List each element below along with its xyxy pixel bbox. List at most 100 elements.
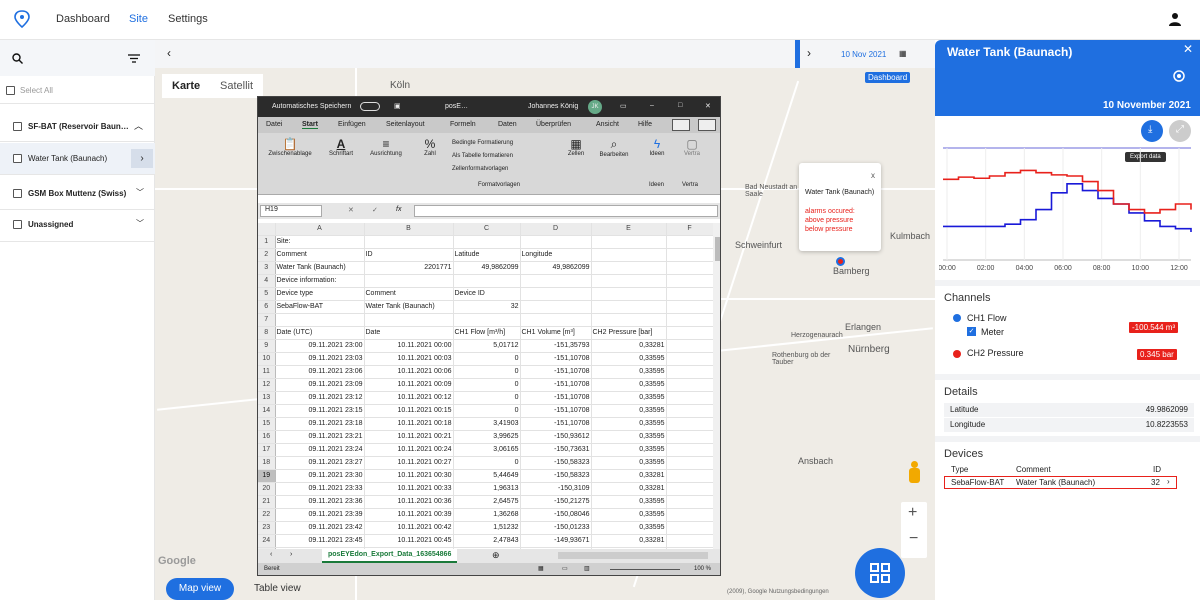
nav-dashboard[interactable]: Dashboard <box>56 13 110 25</box>
spreadsheet-cell[interactable]: 0 <box>453 391 521 406</box>
column-header[interactable]: C <box>453 223 521 237</box>
row-header[interactable]: 11 <box>258 365 276 380</box>
spreadsheet-cell[interactable]: Date <box>364 326 454 341</box>
spreadsheet-cell[interactable]: -151,10708 <box>520 417 592 432</box>
column-header[interactable]: F <box>666 223 714 237</box>
add-sheet-icon[interactable]: ⊕ <box>492 550 500 561</box>
spreadsheet-cell[interactable]: 0 <box>453 365 521 380</box>
spreadsheet-cell[interactable]: 09.11.2021 23:42 <box>275 521 365 536</box>
spreadsheet-cell[interactable]: 09.11.2021 23:06 <box>275 365 365 380</box>
sheet-tab[interactable]: posEYEdon_Export_Data_163654866 <box>322 549 458 563</box>
spreadsheet-cell[interactable]: -151,10708 <box>520 378 592 393</box>
spreadsheet-cell[interactable]: 0 <box>453 456 521 471</box>
user-avatar[interactable]: JK <box>588 100 602 114</box>
row-header[interactable]: 23 <box>258 521 276 536</box>
spreadsheet-cell[interactable] <box>453 235 521 250</box>
select-all-checkbox[interactable] <box>6 86 15 95</box>
spreadsheet-cell[interactable]: 09.11.2021 23:21 <box>275 430 365 445</box>
clipboard-button[interactable]: 📋 Zwischenablage <box>262 137 318 157</box>
spreadsheet-cell[interactable]: Device ID <box>453 287 521 302</box>
spreadsheet-cell[interactable]: 0 <box>453 352 521 367</box>
spreadsheet-cell[interactable]: 0,33595 <box>591 456 667 471</box>
meter-checkbox[interactable]: ✓ <box>967 327 976 336</box>
spreadsheet-cell[interactable] <box>666 300 714 315</box>
row-header[interactable]: 22 <box>258 508 276 523</box>
spreadsheet-cell[interactable]: -151,10708 <box>520 365 592 380</box>
grid-view-button[interactable] <box>855 548 905 598</box>
row-header[interactable]: 17 <box>258 443 276 458</box>
spreadsheet-cell[interactable] <box>520 274 592 289</box>
ideas-button[interactable]: ϟ Ideen <box>646 137 668 157</box>
spreadsheet-cell[interactable]: 10.11.2021 00:18 <box>364 417 454 432</box>
column-header[interactable]: A <box>275 223 365 237</box>
spreadsheet-cell[interactable]: 3,41903 <box>453 417 521 432</box>
menu-daten[interactable]: Daten <box>498 121 517 128</box>
row-header[interactable]: 13 <box>258 391 276 406</box>
number-button[interactable]: % Zahl <box>418 137 442 157</box>
column-header[interactable]: E <box>591 223 667 237</box>
row-header[interactable]: 6 <box>258 300 276 315</box>
spreadsheet-grid[interactable]: A B C D E F 1 Site: 2 Comment ID Latitude Long… <box>258 223 714 562</box>
spreadsheet-cell[interactable]: CH2 Pressure [bar] <box>591 326 667 341</box>
spreadsheet-cell[interactable]: -150,08046 <box>520 508 592 523</box>
spreadsheet-cell[interactable]: 09.11.2021 23:36 <box>275 495 365 510</box>
spreadsheet-cell[interactable]: 2,64575 <box>453 495 521 510</box>
column-header[interactable]: D <box>520 223 592 237</box>
spreadsheet-cell[interactable] <box>520 313 592 328</box>
spreadsheet-cell[interactable] <box>520 235 592 250</box>
vertical-scrollbar[interactable] <box>713 223 720 549</box>
spreadsheet-cell[interactable]: 10.11.2021 00:45 <box>364 534 454 549</box>
spreadsheet-cell[interactable]: 09.11.2021 23:45 <box>275 534 365 549</box>
spreadsheet-cell[interactable]: -150,21275 <box>520 495 592 510</box>
chevron-up-icon[interactable]: ︿ <box>134 119 143 132</box>
spreadsheet-cell[interactable]: 09.11.2021 23:12 <box>275 391 365 406</box>
spreadsheet-cell[interactable]: 10.11.2021 00:12 <box>364 391 454 406</box>
maximize-icon[interactable]: □ <box>678 102 682 109</box>
spreadsheet-cell[interactable]: 0,33595 <box>591 378 667 393</box>
menu-ueberpruefen[interactable]: Überprüfen <box>536 121 571 128</box>
chevron-right-icon[interactable]: › <box>131 149 153 168</box>
spreadsheet-cell[interactable] <box>520 287 592 302</box>
spreadsheet-cell[interactable]: 10.11.2021 00:30 <box>364 469 454 484</box>
user-icon[interactable] <box>1168 12 1182 26</box>
menu-ansicht[interactable]: Ansicht <box>596 121 619 128</box>
logo-icon[interactable] <box>14 10 30 28</box>
settings-gear-icon[interactable] <box>1171 68 1187 84</box>
spreadsheet-cell[interactable]: Device type <box>275 287 365 302</box>
fullscreen-button[interactable]: ⤢ <box>1169 120 1191 142</box>
spreadsheet-cell[interactable] <box>666 326 714 341</box>
zoom-in-button[interactable]: + <box>908 504 917 522</box>
chevron-down-icon[interactable]: ﹀ <box>136 218 144 229</box>
format-table-button[interactable]: Als Tabelle formatieren <box>452 150 513 163</box>
row-header[interactable]: 20 <box>258 482 276 497</box>
spreadsheet-cell[interactable]: 0 <box>453 404 521 419</box>
spreadsheet-cell[interactable]: Latitude <box>453 248 521 263</box>
comments-icon[interactable] <box>698 119 716 131</box>
spreadsheet-cell[interactable] <box>666 274 714 289</box>
spreadsheet-cell[interactable]: 1,36268 <box>453 508 521 523</box>
menu-einfuegen[interactable]: Einfügen <box>338 121 366 128</box>
row-header[interactable]: 21 <box>258 495 276 510</box>
map-tab-karte[interactable]: Karte <box>162 74 211 98</box>
sidebar-checkbox[interactable] <box>13 220 22 229</box>
conditional-format-button[interactable]: Bedingte Formatierung <box>452 137 513 150</box>
channel-chart[interactable]: 00:00 02:00 04:00 06:00 08:00 10:00 12:00 <box>939 140 1197 280</box>
next-sheet-icon[interactable]: › <box>290 551 292 558</box>
device-row[interactable]: SebaFlow-BAT Water Tank (Baunach) 32 › <box>944 476 1177 489</box>
spreadsheet-cell[interactable]: 0,33281 <box>591 339 667 354</box>
spreadsheet-cell[interactable]: 0,33595 <box>591 495 667 510</box>
calendar-icon[interactable]: ▦ <box>899 49 907 58</box>
spreadsheet-cell[interactable] <box>591 261 667 276</box>
spreadsheet-cell[interactable]: 3,99625 <box>453 430 521 445</box>
spreadsheet-cell[interactable]: 0,33595 <box>591 417 667 432</box>
spreadsheet-cell[interactable] <box>591 235 667 250</box>
sidebar-item-unassigned[interactable]: Unassigned ﹀ <box>0 210 155 242</box>
spreadsheet-cell[interactable] <box>666 456 714 471</box>
spreadsheet-cell[interactable] <box>666 495 714 510</box>
spreadsheet-cell[interactable]: -150,58323 <box>520 456 592 471</box>
spreadsheet-cell[interactable]: 09.11.2021 23:15 <box>275 404 365 419</box>
row-header[interactable]: 19 <box>258 469 276 484</box>
spreadsheet-cell[interactable]: 2,47843 <box>453 534 521 549</box>
horizontal-scrollbar[interactable] <box>558 552 708 559</box>
sidebar-checkbox[interactable] <box>13 154 22 163</box>
